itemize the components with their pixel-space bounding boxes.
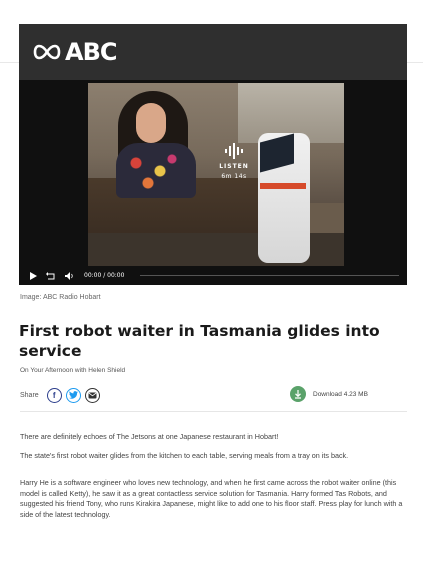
- mail-icon: [88, 392, 97, 398]
- article-paragraph: Harry He is a software engineer who love…: [20, 478, 403, 519]
- progress-bar[interactable]: [140, 275, 399, 276]
- article-paragraph: There are definitely echoes of The Jetso…: [20, 432, 279, 441]
- facebook-share-button[interactable]: f: [46, 387, 62, 403]
- listen-label: LISTEN: [219, 163, 249, 170]
- player-controls: 00:00 / 00:00: [19, 266, 407, 285]
- site-header: ABC: [19, 24, 407, 80]
- play-icon[interactable]: [28, 271, 38, 281]
- download-label: Download 4.23 MB: [313, 390, 368, 398]
- audio-player[interactable]: LISTEN 6m 14s 00:00 / 00:00: [19, 80, 407, 285]
- article-paragraph: The state's first robot waiter glides fr…: [20, 451, 349, 460]
- share-bar: Share f Download 4.23 MB: [20, 386, 408, 404]
- email-share-button[interactable]: [84, 387, 100, 403]
- twitter-share-button[interactable]: [65, 387, 81, 403]
- listen-overlay[interactable]: LISTEN 6m 14s: [199, 143, 269, 180]
- audio-waveform-icon: [225, 143, 243, 159]
- abc-logo-link[interactable]: ABC: [32, 38, 117, 66]
- abc-lissajous-logo-icon: [33, 44, 61, 60]
- twitter-icon: [68, 391, 78, 399]
- time-display: 00:00 / 00:00: [84, 272, 125, 279]
- rewind-icon[interactable]: [46, 271, 56, 281]
- section-divider: [20, 411, 407, 412]
- share-label: Share: [20, 391, 39, 399]
- download-icon: [290, 386, 306, 402]
- volume-icon[interactable]: [64, 271, 74, 281]
- logo-text: ABC: [65, 38, 117, 66]
- facebook-icon: f: [52, 390, 56, 400]
- download-button[interactable]: Download 4.23 MB: [290, 386, 368, 402]
- program-link[interactable]: On Your Afternoon with Helen Shield: [20, 367, 125, 374]
- page-title: First robot waiter in Tasmania glides in…: [19, 322, 380, 360]
- image-caption: Image: ABC Radio Hobart: [20, 294, 101, 301]
- listen-duration: 6m 14s: [221, 173, 247, 180]
